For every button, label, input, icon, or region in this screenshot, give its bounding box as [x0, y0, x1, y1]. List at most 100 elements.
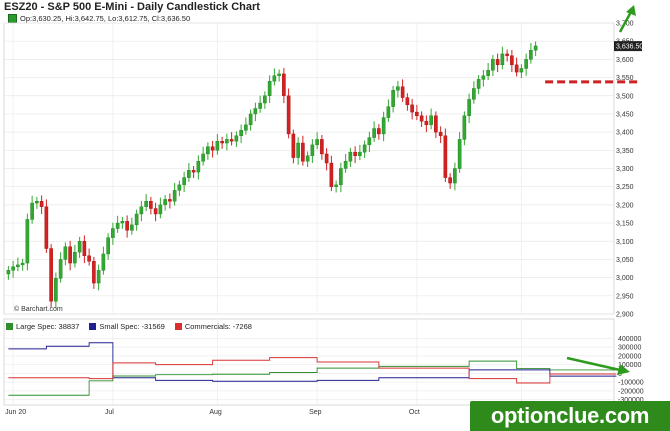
candle-up	[177, 184, 182, 191]
candle-up	[35, 201, 39, 204]
candle-up	[106, 237, 110, 255]
candle-up	[367, 137, 372, 146]
candle-up	[524, 59, 528, 69]
cot-y-tick-label: 400000	[618, 336, 641, 343]
candle-down	[353, 151, 357, 156]
candle-down	[329, 162, 334, 187]
candle-up	[263, 95, 267, 104]
candle-up	[158, 204, 163, 215]
candle-up	[63, 246, 68, 260]
candle-up	[339, 168, 343, 186]
candle-up	[101, 253, 106, 271]
candle-up	[453, 168, 457, 184]
chart-canvas: 3,7003,6503,6003,5503,5003,4503,4003,350…	[3, 5, 644, 416]
candle-up	[225, 139, 229, 144]
price-y-tick-label: 3,400	[616, 130, 634, 137]
large-spec-legend: Large Spec: 38837	[6, 322, 79, 331]
candle-up	[96, 270, 101, 284]
candle-down	[229, 139, 234, 142]
candle-up	[73, 251, 77, 264]
candle-down	[49, 248, 53, 302]
candle-up	[111, 228, 115, 238]
candle-up	[234, 135, 239, 142]
candle-up	[77, 241, 82, 253]
candle-up	[529, 50, 533, 60]
candle-up	[391, 90, 395, 107]
price-y-tick-label: 3,500	[616, 93, 634, 100]
candle-up	[462, 115, 467, 140]
candle-up	[120, 221, 125, 224]
candle-up	[315, 139, 319, 146]
candle-down	[87, 255, 91, 262]
price-y-tick-label: 3,200	[616, 202, 634, 209]
price-y-tick-label: 3,000	[616, 275, 634, 282]
price-y-tick-label: 3,350	[616, 148, 634, 155]
candle-up	[362, 144, 367, 153]
barchart-watermark: © Barchart.com	[14, 306, 63, 313]
candle-up	[58, 259, 63, 279]
candle-up	[386, 106, 391, 118]
candle-up	[139, 206, 144, 215]
candle-up	[267, 80, 272, 96]
cot-y-tick-label: 300000	[618, 345, 641, 352]
price-y-tick-label: 3,250	[616, 184, 634, 191]
x-tick-label: Oct	[409, 409, 420, 416]
candle-down	[291, 133, 296, 158]
candle-down	[400, 86, 405, 98]
small-spec-swatch-icon	[89, 322, 97, 330]
small-spec-label: Small Spec: -31569	[99, 321, 165, 331]
price-y-tick-label: 2,950	[616, 293, 634, 300]
candle-up	[305, 155, 310, 162]
candle-down	[377, 128, 381, 135]
candle-down	[92, 261, 96, 284]
candle-up	[172, 190, 177, 202]
candle-up	[20, 262, 25, 266]
large-spec-label: Large Spec: 38837	[16, 321, 80, 331]
candle-down	[282, 73, 286, 96]
candle-up	[486, 70, 490, 76]
cot-legend: Large Spec: 38837 Small Spec: -31569 Com…	[6, 320, 252, 332]
candle-down	[149, 201, 153, 209]
candle-down	[405, 97, 410, 106]
x-tick-label: Jun 20	[5, 409, 26, 416]
candle-up	[381, 117, 386, 135]
candle-down	[153, 208, 158, 215]
candle-down	[125, 221, 129, 231]
candle-down	[39, 201, 44, 207]
candle-up	[16, 264, 20, 267]
candle-up	[348, 151, 353, 162]
x-tick-label: Sep	[309, 409, 322, 416]
candle-down	[220, 141, 224, 144]
commercials-label: Commercials: -7268	[184, 321, 252, 331]
candle-up	[272, 75, 277, 82]
candle-up	[30, 202, 34, 220]
candle-up	[163, 199, 167, 206]
candle-up	[372, 128, 376, 138]
last-price-label: 3,636.50	[616, 44, 643, 51]
candle-up	[253, 108, 258, 115]
candle-down	[410, 104, 414, 113]
candle-up	[296, 142, 300, 158]
candle-down	[505, 53, 509, 56]
candle-down	[514, 64, 519, 73]
candle-up	[467, 99, 471, 116]
candle-up	[6, 270, 11, 275]
candle-up	[115, 222, 120, 229]
candle-up	[476, 79, 481, 89]
candle-up	[25, 219, 30, 264]
candle-up	[201, 153, 205, 162]
brand-banner[interactable]: optionclue.com	[470, 401, 670, 431]
candle-up	[215, 141, 220, 151]
candle-up	[248, 113, 253, 126]
candle-up	[396, 86, 400, 91]
candle-down	[434, 115, 438, 133]
candle-down	[301, 142, 305, 162]
candle-up	[533, 45, 538, 51]
candle-up	[144, 201, 148, 207]
candle-up	[358, 151, 362, 156]
commercials-legend: Commercials: -7268	[174, 321, 252, 331]
candle-up	[187, 170, 191, 178]
candle-down	[44, 206, 49, 249]
candle-down	[191, 170, 196, 173]
candle-up	[244, 124, 248, 131]
